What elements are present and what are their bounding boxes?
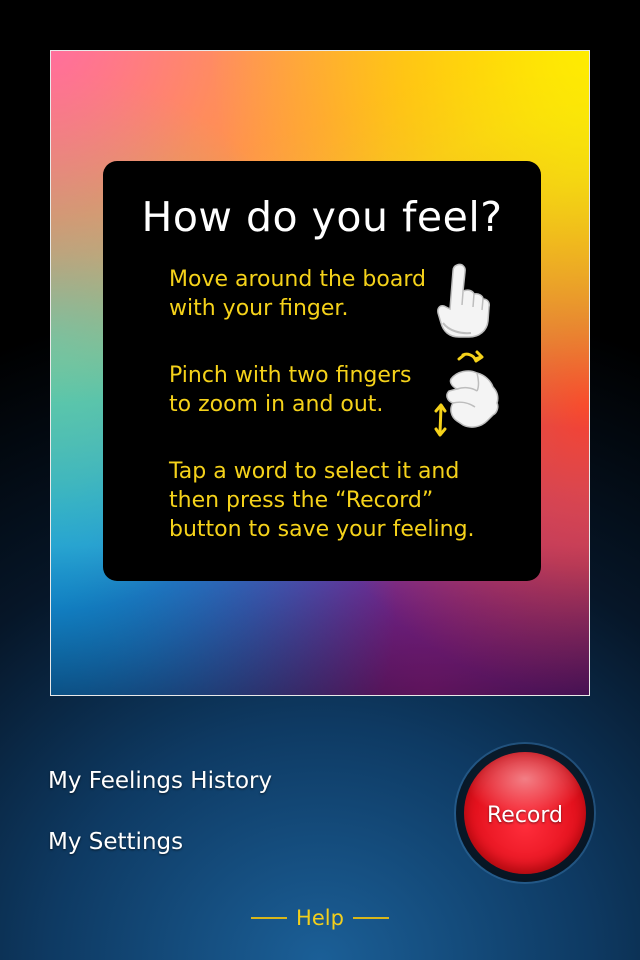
instruction-record: Tap a word to select it and then press t… bbox=[169, 457, 475, 544]
my-feelings-history-link[interactable]: My Feelings History bbox=[48, 768, 272, 794]
record-button-ring: Record bbox=[456, 744, 594, 882]
instruction-pinch: Pinch with two fingers to zoom in and ou… bbox=[169, 361, 411, 419]
instruction-move: Move around the board with your finger. bbox=[169, 265, 426, 323]
divider-right bbox=[353, 917, 390, 919]
record-button[interactable]: Record bbox=[464, 752, 586, 874]
divider-left bbox=[250, 917, 287, 919]
feelings-board[interactable]: How do you feel? Move around the board w… bbox=[50, 50, 590, 696]
instruction-line: Pinch with two fingers bbox=[169, 363, 412, 388]
help-footer: Help bbox=[0, 906, 640, 930]
instructions-title: How do you feel? bbox=[141, 193, 503, 241]
instructions-panel: How do you feel? Move around the board w… bbox=[103, 161, 541, 581]
instruction-line: to zoom in and out. bbox=[169, 392, 384, 417]
help-link[interactable]: Help bbox=[296, 906, 344, 930]
instruction-line: then press the “Record” bbox=[169, 488, 434, 513]
record-button-label: Record bbox=[486, 803, 563, 828]
instruction-line: button to save your feeling. bbox=[169, 517, 475, 542]
instruction-line: with your finger. bbox=[169, 296, 349, 321]
instruction-line: Move around the board bbox=[169, 267, 426, 292]
pointing-finger-icon bbox=[437, 263, 490, 338]
pinch-zoom-icon bbox=[434, 350, 499, 437]
my-settings-link[interactable]: My Settings bbox=[48, 829, 183, 855]
instruction-line: Tap a word to select it and bbox=[169, 459, 460, 484]
